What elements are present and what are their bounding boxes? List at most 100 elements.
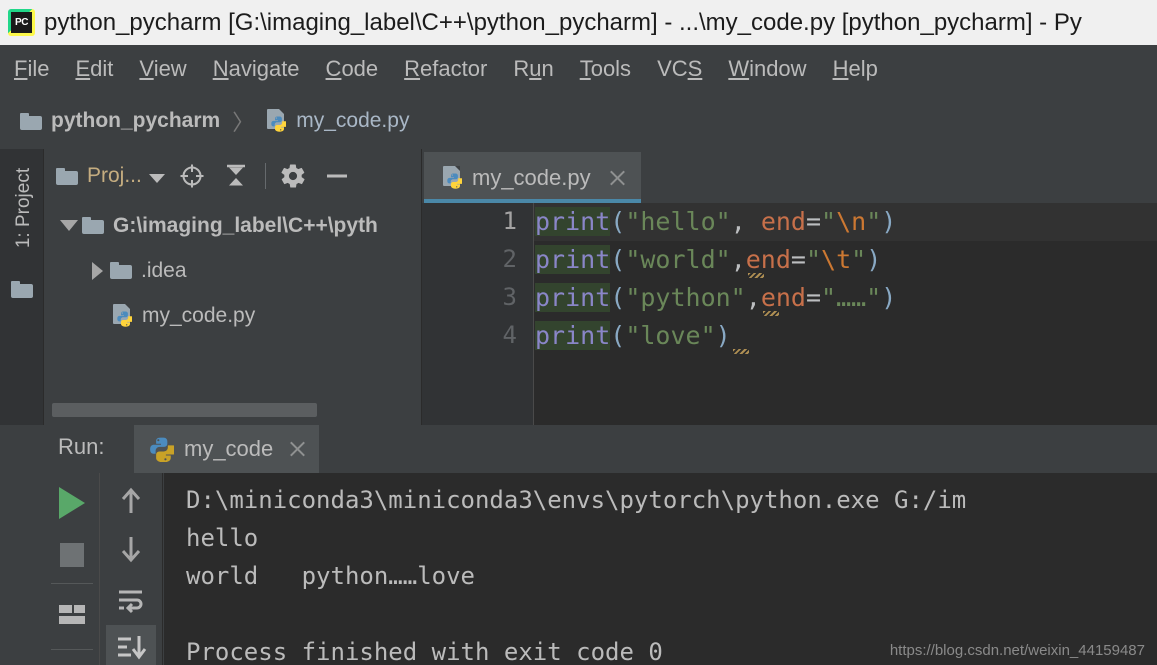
token-punct (746, 207, 761, 236)
run-tab-my-code[interactable]: my_code (134, 425, 320, 473)
close-icon[interactable] (287, 439, 307, 459)
folder-icon (20, 112, 42, 130)
breadcrumb-item-project[interactable]: python_pycharm (20, 109, 220, 133)
console-line: world python……love (186, 562, 475, 590)
play-icon (59, 487, 85, 519)
tree-row[interactable]: G:\imaging_label\C++\pyth (44, 203, 422, 248)
collapse-arrow-icon[interactable] (84, 261, 110, 280)
menu-item-vcs[interactable]: VCS (657, 56, 702, 82)
token-fn: print (535, 321, 611, 350)
tab-my-code-py[interactable]: my_code.py (424, 152, 641, 203)
next-occurrence-button[interactable] (109, 529, 153, 569)
breadcrumb: python_pycharm 〉 my_code.py (0, 93, 1157, 149)
token-str: " (851, 245, 867, 274)
scroll-to-end-button[interactable] (106, 625, 156, 665)
editor-tab-strip: my_code.py (422, 149, 1157, 203)
token-str: "love" (625, 321, 716, 350)
python-file-icon (112, 303, 134, 328)
project-toolbar: Proj... (44, 149, 422, 203)
minimize-icon[interactable] (320, 159, 354, 193)
breadcrumb-item-file[interactable]: my_code.py (266, 109, 409, 133)
code-line[interactable]: print("love") (535, 317, 1157, 355)
folder-icon (11, 281, 33, 298)
python-icon (150, 437, 174, 462)
tree-row[interactable]: .idea (44, 248, 422, 293)
code-line[interactable]: print("world",end="\t") (535, 241, 1157, 279)
token-fn: print (535, 245, 611, 274)
tree-item-label: my_code.py (142, 303, 256, 327)
title-bar: python_pycharm [G:\imaging_label\C++\pyt… (0, 0, 1157, 45)
tree-row[interactable]: my_code.py (44, 293, 422, 338)
menu-item-window[interactable]: Window (728, 56, 806, 82)
token-punct: , (745, 283, 761, 312)
token-punct: , (730, 207, 746, 236)
line-number: 3 (502, 283, 517, 311)
menu-bar: File Edit View Navigate Code Refactor Run Tools… (0, 45, 1157, 93)
gear-icon[interactable] (276, 159, 310, 193)
chevron-down-icon[interactable] (148, 174, 165, 183)
python-file-icon (266, 109, 288, 133)
folder-icon (110, 262, 132, 279)
target-crosshair-icon[interactable] (175, 159, 209, 193)
tree-item-label: .idea (141, 258, 187, 282)
soft-wrap-button[interactable] (109, 581, 153, 621)
folder-icon (82, 217, 104, 234)
tab-label: my_code.py (472, 164, 591, 190)
pycharm-window: python_pycharm [G:\imaging_label\C++\pyt… (0, 0, 1157, 665)
token-paren: ) (881, 283, 897, 312)
syntax-warning-squiggle (733, 349, 749, 354)
chevron-right-icon: 〉 (232, 110, 255, 135)
run-toolbar-right (101, 473, 163, 665)
token-eq: = (805, 207, 822, 236)
python-file-icon (442, 165, 464, 190)
console-output[interactable]: D:\miniconda3\miniconda3\envs\pytorch\py… (164, 473, 1157, 665)
stop-button[interactable] (50, 535, 94, 575)
expand-arrow-icon[interactable] (56, 220, 82, 231)
menu-item-file[interactable]: File (14, 56, 49, 82)
menu-item-tools[interactable]: Tools (580, 56, 631, 82)
menu-item-help[interactable]: Help (833, 56, 878, 82)
code-editor[interactable]: 1234 print("hello", end="\n") print("worl… (422, 203, 1157, 425)
python-snake-icon (447, 173, 462, 189)
arrow-up-icon (121, 487, 141, 513)
code-content[interactable]: print("hello", end="\n") print("world",en… (535, 203, 1157, 425)
code-line[interactable]: print("python",end="……") (535, 279, 1157, 317)
menu-item-refactor[interactable]: Refactor (404, 56, 487, 82)
token-esc: \n (836, 207, 867, 236)
token-paren: ( (610, 283, 626, 312)
menu-item-run[interactable]: Run (513, 56, 553, 82)
collapse-all-icon[interactable] (219, 159, 253, 193)
token-str: "world" (625, 245, 731, 274)
window-title: python_pycharm [G:\imaging_label\C++\pyt… (44, 8, 1082, 36)
breadcrumb-file-label: my_code.py (296, 109, 410, 132)
project-tool-window-label: 1: Project (13, 167, 34, 249)
layout-icon (59, 605, 85, 624)
code-line[interactable]: print("hello", end="\n") (535, 203, 1157, 241)
toolbar-separator (51, 649, 93, 650)
pycharm-logo-icon (8, 9, 35, 36)
syntax-warning-squiggle (763, 311, 779, 316)
project-tree: G:\imaging_label\C++\pyth .idea my_code.… (44, 203, 422, 398)
menu-item-code[interactable]: Code (326, 56, 379, 82)
token-paren: ( (610, 321, 626, 350)
toolbar-separator (51, 583, 93, 584)
layout-button[interactable] (50, 595, 94, 635)
close-icon[interactable] (607, 168, 627, 188)
token-kwarg: end (745, 245, 791, 274)
menu-item-navigate[interactable]: Navigate (213, 56, 300, 82)
token-fn: print (535, 207, 611, 236)
project-view-selector-label[interactable]: Proj... (87, 164, 142, 188)
prev-occurrence-button[interactable] (109, 481, 153, 521)
menu-item-edit[interactable]: Edit (75, 56, 113, 82)
scroll-to-end-icon (118, 636, 147, 660)
python-snake-icon (271, 116, 287, 132)
sidebar-item-project[interactable]: 1: Project (9, 158, 39, 258)
project-horizontal-scrollbar[interactable] (52, 403, 412, 417)
rerun-button[interactable] (50, 483, 94, 523)
scrollbar-thumb[interactable] (52, 403, 317, 417)
editor-gutter[interactable]: 1 2 3 4 (422, 203, 534, 425)
token-punct: , (730, 245, 746, 274)
menu-item-view[interactable]: View (139, 56, 186, 82)
token-eq: = (805, 283, 822, 312)
